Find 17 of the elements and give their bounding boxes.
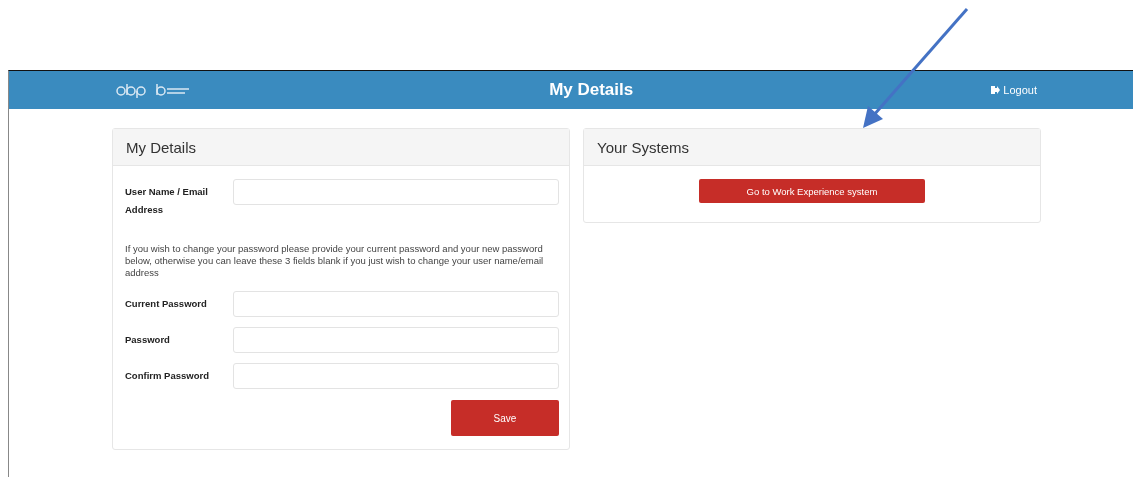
password-field[interactable] xyxy=(233,327,559,353)
field-label: Confirm Password xyxy=(125,369,210,383)
password-field[interactable] xyxy=(233,363,559,389)
panel-title: Your Systems xyxy=(597,138,689,156)
username-field[interactable] xyxy=(233,179,559,205)
password-note: If you wish to change your password please provide your current password and your new password below, otherwise you can leave these 3 fields blank if you just wish to change your user name/email address xyxy=(125,243,545,279)
panel-title: My Details xyxy=(126,138,196,156)
logout-icon xyxy=(991,86,1001,94)
password-field[interactable] xyxy=(233,291,559,317)
save-button[interactable]: Save xyxy=(451,400,559,436)
logo-icon xyxy=(115,82,191,98)
page-title: My Details xyxy=(548,80,635,100)
field-label: User Name / Email Address xyxy=(125,185,209,217)
logout-link[interactable]: Logout xyxy=(991,84,1037,96)
work-experience-button[interactable]: Go to Work Experience system xyxy=(699,179,925,203)
field-label: Password xyxy=(125,333,171,347)
field-label: Current Password xyxy=(125,297,208,311)
